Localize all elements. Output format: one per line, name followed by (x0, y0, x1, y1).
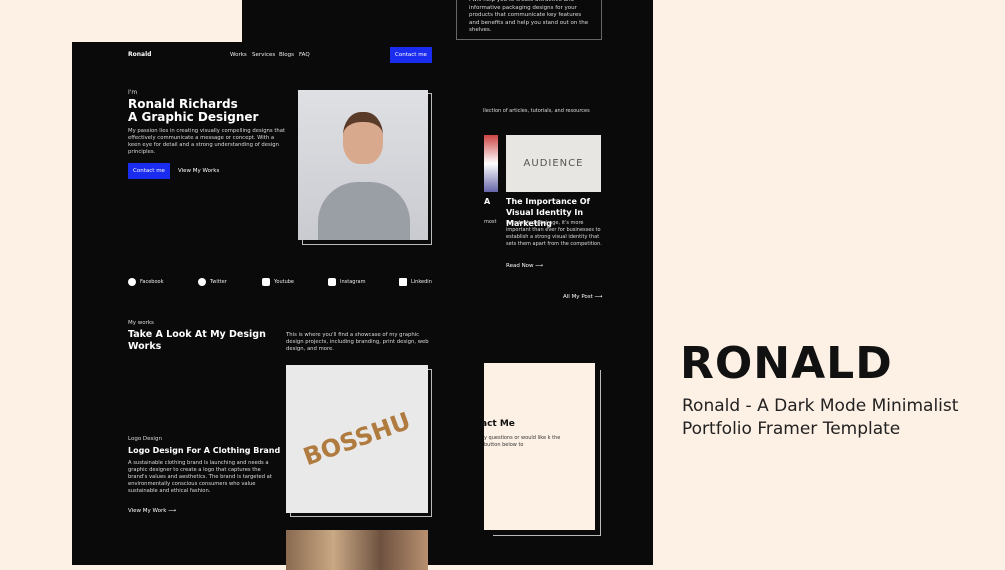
social-label: Twitter (210, 279, 227, 285)
portrait-face (343, 112, 383, 164)
hero-photo (298, 90, 428, 240)
social-instagram[interactable]: Instagram (328, 278, 365, 286)
social-label: Instagram (340, 279, 366, 285)
view-work-link[interactable]: View My Work ⟶ (128, 508, 176, 514)
nav-blogs[interactable]: Blogs (279, 52, 294, 58)
project-category: Logo Design (128, 436, 162, 442)
project-title[interactable]: Logo Design For A Clothing Brand (128, 446, 280, 455)
project-desc: A sustainable clothing brand is launchin… (128, 460, 272, 494)
nav-logo[interactable]: Ronald (128, 51, 151, 58)
brand-subtitle: Ronald - A Dark Mode Minimalist Portfoli… (682, 396, 959, 439)
nav-works[interactable]: Works (230, 52, 247, 58)
social-label: Linkedin (411, 279, 432, 285)
social-label: Youtube (274, 279, 294, 285)
all-posts-link[interactable]: All My Post ⟶ (563, 294, 602, 300)
nav-faq[interactable]: FAQ (299, 52, 310, 58)
works-desc: This is where you'll find a showcase of … (286, 332, 429, 352)
brand-title: RONALD (680, 338, 893, 389)
hero-intro: I'm (128, 89, 138, 96)
hero-desc: My passion lies in creating visually com… (128, 128, 286, 155)
blog-desc: In today's digital age, it's more import… (506, 220, 602, 247)
blog-title-partial: A (484, 197, 491, 206)
blog-image: AUDIENCE (506, 135, 601, 192)
hero-role: A Graphic Designer (128, 110, 259, 124)
blog-image-partial (484, 135, 498, 192)
project-image[interactable]: BOSSHU (286, 365, 428, 513)
linkedin-icon (399, 278, 407, 286)
project-image-2[interactable] (286, 530, 428, 570)
twitter-icon (198, 278, 206, 286)
social-facebook[interactable]: Facebook (128, 278, 164, 286)
hero-contact-button[interactable]: Contact me (128, 163, 170, 179)
service-card: I will help you to create attractive and… (456, 0, 602, 40)
blog-desc-partial: most (484, 219, 497, 225)
view-works-link[interactable]: View My Works (178, 168, 219, 174)
social-twitter[interactable]: Twitter (198, 278, 227, 286)
contact-card-frame (493, 370, 601, 536)
social-youtube[interactable]: Youtube (262, 278, 294, 286)
instagram-icon (328, 278, 336, 286)
nav-contact-button[interactable]: Contact me (390, 47, 432, 63)
template-page-front: Ronald Works Services Blogs FAQ Contact … (72, 42, 453, 570)
read-now-link[interactable]: Read Now ⟶ (506, 263, 543, 269)
portrait-shirt (318, 182, 410, 240)
project-image-text: BOSSHU (299, 406, 415, 472)
service-desc: I will help you to create attractive and… (469, 0, 589, 33)
youtube-icon (262, 278, 270, 286)
facebook-icon (128, 278, 136, 286)
social-linkedin[interactable]: Linkedin (399, 278, 432, 286)
works-title: Take A Look At My Design Works (128, 329, 266, 352)
blog-intro: llection of articles, tutorials, and res… (483, 108, 590, 114)
social-label: Facebook (140, 279, 164, 285)
nav-services[interactable]: Services (252, 52, 275, 58)
works-eyebrow: My works (128, 320, 154, 326)
